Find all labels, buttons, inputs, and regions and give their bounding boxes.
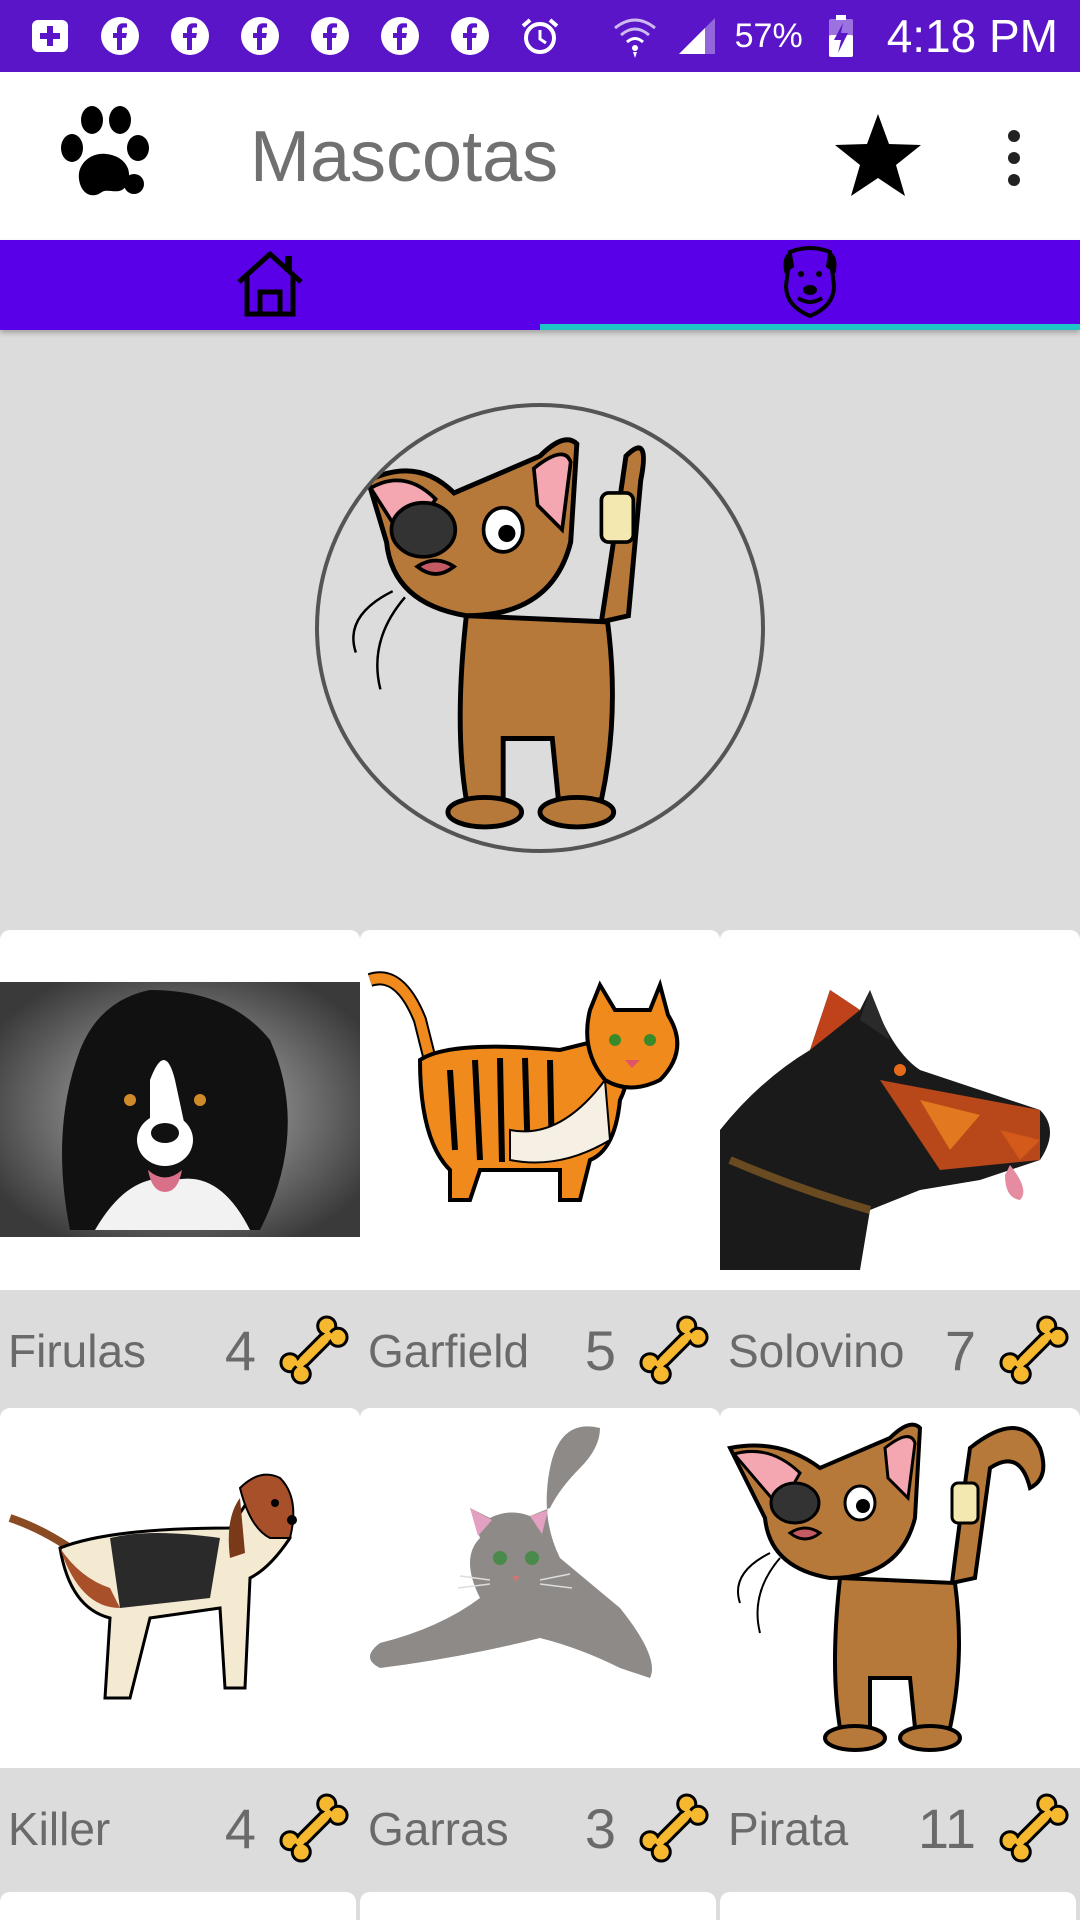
app-bar: Mascotas	[0, 72, 1080, 240]
facebook-icon	[166, 12, 214, 60]
pet-like-count: 4	[224, 1319, 256, 1382]
pet-image	[0, 1408, 360, 1768]
pet-card[interactable]: Solovino 7	[720, 930, 1080, 1408]
facebook-icon	[306, 12, 354, 60]
pirate-cat-illustration	[727, 1422, 1046, 1752]
pet-card-footer: Firulas 4	[0, 1290, 360, 1408]
tab-home[interactable]	[0, 240, 540, 330]
signal-icon	[673, 12, 721, 60]
home-icon	[233, 246, 307, 325]
dog-face-icon	[780, 245, 840, 325]
tab-bar	[0, 240, 1080, 330]
pet-card[interactable]: Garfield 5	[360, 930, 720, 1408]
pet-card-footer: Killer 4	[0, 1768, 360, 1886]
pirate-cat-illustration	[352, 437, 646, 830]
next-row-cards	[0, 1892, 1080, 1920]
pet-like-count: 11	[917, 1797, 976, 1860]
pet-name: Garras	[368, 1803, 509, 1855]
wifi-icon	[611, 12, 659, 60]
pet-image	[720, 1408, 1080, 1768]
pet-card-footer: Solovino 7	[720, 1290, 1080, 1408]
pet-image	[360, 1408, 720, 1768]
alarm-icon	[516, 12, 564, 60]
battery-charging-icon	[817, 12, 865, 60]
pet-like-count: 4	[224, 1797, 256, 1860]
pet-card[interactable]: Firulas 4	[0, 930, 360, 1408]
bone-icon[interactable]	[632, 1786, 716, 1870]
bone-icon[interactable]	[272, 1786, 356, 1870]
pet-image	[0, 930, 360, 1290]
pet-card[interactable]: Pirata 11	[720, 1408, 1080, 1886]
pet-card[interactable]	[720, 1892, 1076, 1920]
pet-card-footer: Pirata 11	[720, 1768, 1080, 1886]
pet-name: Firulas	[8, 1325, 147, 1377]
bone-icon[interactable]	[632, 1308, 716, 1392]
beagle-illustration	[7, 1473, 297, 1700]
pet-card-footer: Garras 3	[360, 1768, 720, 1886]
pet-name: Pirata	[728, 1803, 849, 1855]
featured-pet-avatar[interactable]	[315, 403, 765, 853]
star-icon[interactable]	[830, 108, 926, 204]
tab-indicator	[540, 324, 1080, 330]
facebook-icon	[96, 12, 144, 60]
doberman-low-poly	[720, 990, 1050, 1270]
pet-grid: Firulas 4 Garfield 5 Solovino 7 Killer 4…	[0, 930, 1080, 1886]
pet-card[interactable]	[0, 1892, 356, 1920]
pet-card-footer: Garfield 5	[360, 1290, 720, 1408]
facebook-icon	[446, 12, 494, 60]
tabby-cat-illustration	[367, 971, 680, 1202]
pet-card[interactable]	[360, 1892, 716, 1920]
add-box-icon	[26, 12, 74, 60]
facebook-icon	[236, 12, 284, 60]
bone-icon[interactable]	[272, 1308, 356, 1392]
border-collie-illustration	[0, 982, 360, 1237]
tab-pet-profile[interactable]	[540, 240, 1080, 330]
pet-card[interactable]: Garras 3	[360, 1408, 720, 1886]
pet-like-count: 3	[584, 1797, 616, 1860]
status-bar: 57% 4:18 PM	[0, 0, 1080, 72]
more-vert-icon[interactable]	[990, 128, 1038, 188]
battery-percentage: 57%	[734, 16, 803, 55]
bone-icon[interactable]	[992, 1308, 1076, 1392]
pet-like-count: 5	[584, 1319, 616, 1382]
clock: 4:18 PM	[886, 10, 1058, 62]
facebook-icon	[376, 12, 424, 60]
paw-icon	[50, 102, 154, 206]
pet-image	[360, 930, 720, 1290]
pet-image	[720, 930, 1080, 1290]
pet-name: Solovino	[728, 1325, 905, 1377]
pet-name: Garfield	[368, 1325, 530, 1377]
app-title: Mascotas	[250, 117, 559, 197]
gray-cat-illustration	[370, 1426, 652, 1678]
pet-like-count: 7	[944, 1319, 976, 1382]
bone-icon[interactable]	[992, 1786, 1076, 1870]
pet-card[interactable]: Killer 4	[0, 1408, 360, 1886]
pet-name: Killer	[8, 1803, 111, 1855]
